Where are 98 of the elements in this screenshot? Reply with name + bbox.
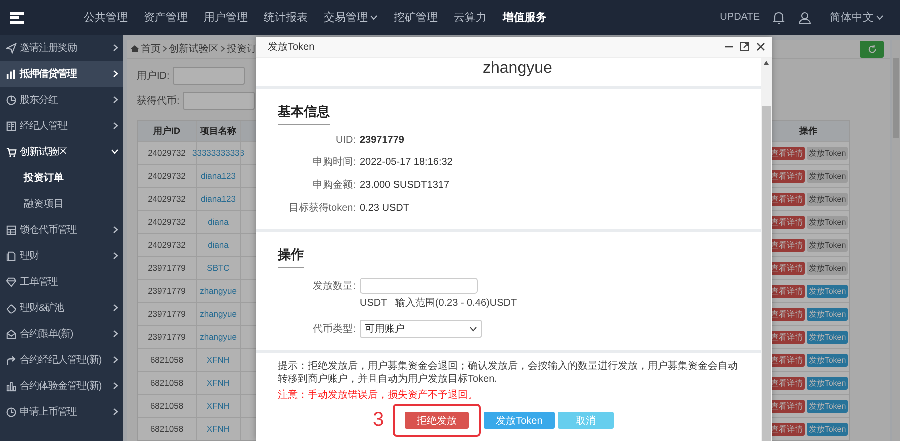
project-link[interactable]: XFNH [206, 401, 230, 411]
user-name: zhangyue [483, 60, 552, 77]
sidebar-item[interactable]: 理财&矿池 [0, 295, 123, 321]
project-link[interactable]: zhangyue [200, 286, 237, 296]
table-cell-text: 24029732 [147, 170, 187, 183]
filter-label: 用户ID: [137, 70, 170, 83]
project-link[interactable]: zhangyue [200, 332, 237, 342]
nav-menu-item[interactable]: 挖矿管理 [386, 10, 446, 25]
issue-button[interactable]: 发放Token [806, 422, 848, 436]
project-link[interactable]: SBTC [207, 263, 230, 273]
sidebar-item[interactable]: 锁仓代币管理 [0, 217, 123, 243]
sidebar-subitem[interactable]: 投资订单 [0, 165, 123, 191]
sidebar-item-label: 理财 [20, 250, 40, 263]
issue-button[interactable]: 发放Token [806, 400, 848, 412]
sidebar-item[interactable]: 创新试验区 [0, 139, 123, 165]
nav-menu-item[interactable]: 用户管理 [196, 10, 256, 25]
nav-menu-item[interactable]: 统计报表 [256, 10, 316, 25]
table-cell-text: 24029732 [147, 216, 187, 229]
range-hint: USDT 输入范围(0.23 - 0.46)USDT [360, 296, 518, 310]
nav-menu-item[interactable]: 公共管理 [76, 10, 136, 25]
sidebar-item[interactable]: 抵押借贷管理 [0, 61, 123, 87]
sidebar-item-label: 理财&矿池 [20, 302, 66, 315]
nav-menu-item[interactable]: 交易管理 [316, 10, 386, 25]
project-link[interactable]: diana [208, 240, 229, 250]
section-heading: 操作 [278, 246, 304, 268]
sidebar-item-label: 创新试验区 [20, 146, 69, 159]
field-label: 申购时间: [312, 156, 356, 169]
sidebar-item-label: 工单管理 [20, 276, 60, 289]
field-value: 23.000 SUSDT1317 [360, 180, 451, 190]
project-link[interactable]: zhangyue [200, 309, 237, 319]
table-cell-text: 23971779 [147, 308, 187, 321]
annotation-number: 3 [373, 409, 384, 432]
table-cell-text: 6821058 [149, 354, 185, 367]
section-heading: 基本信息 [278, 103, 330, 125]
sidebar-item-label: 锁仓代币管理 [20, 224, 78, 237]
update-link[interactable]: UPDATE [720, 12, 760, 23]
issue-button[interactable]: 发放Token [806, 354, 848, 366]
nav-menu-item[interactable]: 增值服务 [495, 10, 555, 25]
issue-button[interactable]: 发放Token [806, 330, 848, 344]
field-label: 目标获得token: [288, 202, 356, 215]
sidebar-item[interactable]: 合约跟单(新) [0, 321, 123, 347]
filter-label: 获得代币: [137, 94, 180, 108]
field-label: UID: [335, 135, 356, 146]
field-value: 23971779 [360, 135, 406, 146]
field-value: 2022-05-17 18:16:32 [360, 156, 454, 168]
sidebar-item[interactable]: 合约经纪人管理(新) [0, 347, 123, 373]
nav-menu-item[interactable]: 资产管理 [136, 10, 196, 25]
sidebar-item-label: 合约跟单(新) [20, 328, 74, 341]
nav-menu-item[interactable]: 云算力 [446, 10, 495, 25]
sidebar-item-label: 股东分红 [20, 94, 60, 107]
sidebar-item-label: 申请上币管理 [20, 406, 78, 419]
table-cell-text: 6821058 [149, 377, 185, 390]
sidebar-item-label: 经纪人管理 [20, 120, 69, 133]
breadcrumb-link[interactable]: 首页 [141, 42, 161, 56]
issue-button[interactable]: 发放Token [806, 376, 848, 390]
project-link[interactable]: XFNH [206, 355, 230, 365]
sidebar-item[interactable]: 申请上币管理 [0, 399, 123, 425]
sidebar-item[interactable]: 经纪人管理 [0, 113, 123, 139]
field-label: 申购金额: [312, 178, 356, 192]
table-cell-text: 6821058 [149, 400, 185, 413]
issue-button[interactable]: 发放Token [806, 308, 848, 320]
project-link[interactable]: 33333333333 [192, 148, 245, 158]
language-dropdown[interactable]: 简体中文 [824, 9, 890, 26]
sidebar-item[interactable]: 工单管理 [0, 269, 123, 295]
project-link[interactable]: diana [208, 217, 229, 227]
confirm-button[interactable]: 发放Token [484, 412, 555, 429]
sidebar-item[interactable]: 合约体验金管理(新) [0, 373, 123, 399]
field-label: 代币类型: [312, 322, 356, 336]
tip-text: 提示：拒绝发放后，用户募集资金会退回；确认发放后，会按输入的数量进行发放，用户募集资金会自动转移到商户账户，并且自动为用户发放目标Token. [278, 361, 739, 386]
token-type-select[interactable]: 可用账户 [360, 320, 482, 338]
project-link[interactable]: diana123 [201, 171, 236, 181]
project-link[interactable]: XFNH [206, 424, 230, 434]
table-cell-text: 23971779 [147, 285, 187, 298]
table-cell-text: 24029732 [147, 239, 187, 252]
breadcrumb-link[interactable]: 投资订 [227, 42, 257, 56]
column-header: 项目名称 [196, 121, 240, 141]
column-header: 用户ID [152, 124, 182, 138]
reject-button[interactable]: 拒绝发放 [405, 412, 470, 429]
table-cell-text: 23971779 [147, 262, 187, 275]
field-label: 发放数量: [312, 280, 356, 293]
table-cell-text: 24029732 [147, 193, 187, 206]
dialog-title: 发放Token [268, 41, 315, 54]
sidebar-item-label: 合约经纪人管理(新) [20, 354, 103, 367]
project-link[interactable]: diana123 [201, 194, 236, 204]
sidebar-item-label: 邀请注册奖励 [20, 42, 78, 55]
sidebar-item[interactable]: 股东分红 [0, 87, 123, 113]
sidebar-item-label: 抵押借贷管理 [20, 68, 78, 81]
issue-button[interactable]: 发放Token [806, 284, 848, 298]
breadcrumb-link[interactable]: 创新试验区 [169, 42, 219, 56]
table-cell-text: 23971779 [147, 331, 187, 344]
field-value: 0.23 USDT [360, 202, 410, 214]
project-link[interactable]: XFNH [206, 378, 230, 388]
sidebar-subitem[interactable]: 融资项目 [0, 191, 123, 217]
sidebar-item[interactable]: 邀请注册奖励 [0, 35, 123, 61]
warning-text: 注意：手动发放错误后，损失资产不予退回。 [278, 388, 479, 402]
sidebar-item-label: 合约体验金管理(新) [20, 380, 103, 393]
sidebar-item[interactable]: 理财 [0, 243, 123, 269]
table-cell-text: 6821058 [149, 423, 185, 436]
